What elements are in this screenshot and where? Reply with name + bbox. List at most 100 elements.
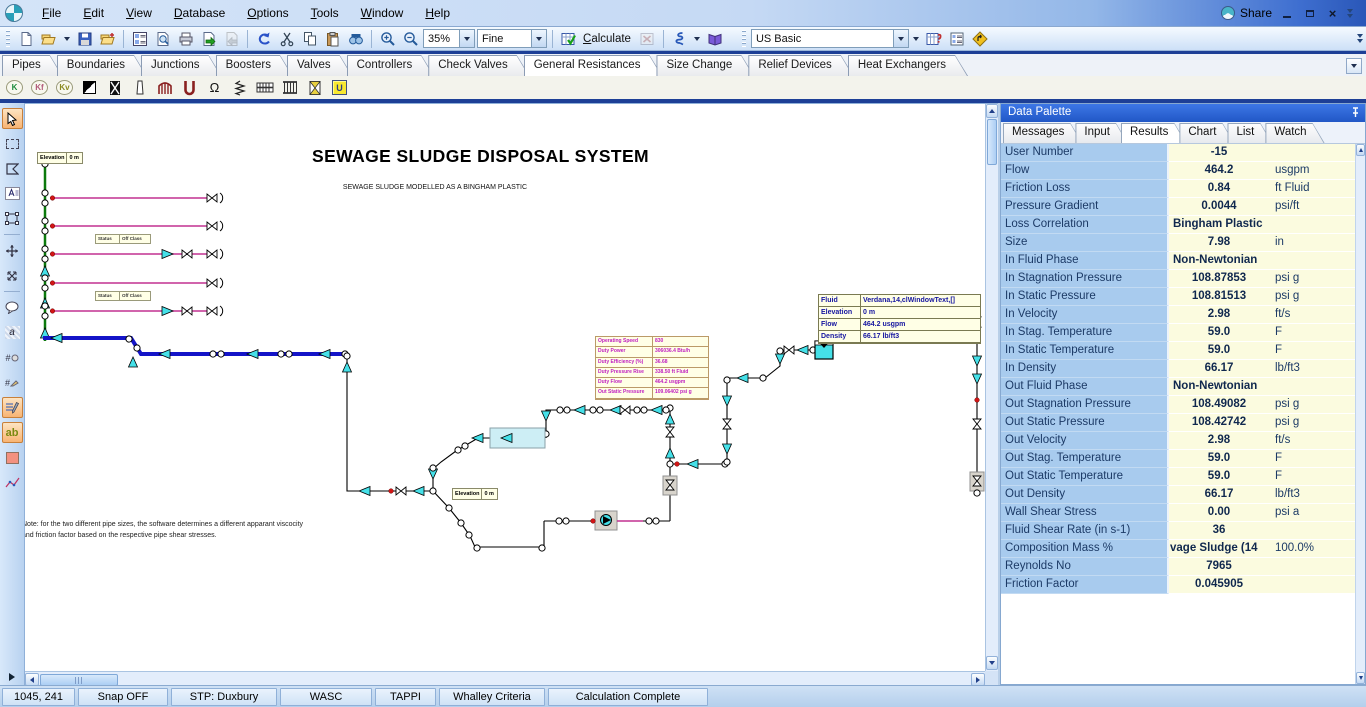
script-button[interactable]: [669, 29, 690, 49]
pipe-status-label[interactable]: Status Off Class: [95, 291, 151, 301]
print-button[interactable]: [175, 29, 196, 49]
results-annotation-tool[interactable]: [2, 397, 23, 418]
horizontal-scroll-thumb[interactable]: [40, 674, 118, 685]
rail-expand-icon[interactable]: [9, 673, 15, 681]
palette-scroll-down-button[interactable]: [1356, 672, 1365, 684]
result-row[interactable]: Out Velocity 2.98 ft/s: [1001, 432, 1355, 450]
color-swatch-tool[interactable]: [2, 447, 23, 468]
cut-button[interactable]: [276, 29, 297, 49]
result-row[interactable]: Friction Loss 0.84 ft Fluid: [1001, 180, 1355, 198]
scroll-down-button[interactable]: [986, 656, 998, 670]
zoom-out-button[interactable]: [400, 29, 421, 49]
menu-item[interactable]: Help: [414, 1, 461, 25]
result-row[interactable]: Wall Shear Stress 0.00 psi a: [1001, 504, 1355, 522]
component-tab[interactable]: Pipes: [2, 55, 63, 76]
select-tool[interactable]: [2, 108, 23, 129]
help-button[interactable]: [705, 29, 726, 49]
scroll-right-button[interactable]: [971, 673, 985, 685]
fluid-annotation-table[interactable]: FluidVerdana,14,clWindowText,[] Elevatio…: [818, 294, 981, 344]
result-row[interactable]: Friction Factor 0.045905: [1001, 576, 1355, 594]
intake-screen-icon[interactable]: [154, 78, 175, 97]
u-bend-icon[interactable]: [179, 78, 200, 97]
save-button[interactable]: [74, 29, 95, 49]
lasso-select-tool[interactable]: [2, 158, 23, 179]
result-row[interactable]: Out Density 66.17 lb/ft3: [1001, 486, 1355, 504]
pipe-number-tool[interactable]: #: [2, 372, 23, 393]
elevation-label[interactable]: Elevation 0 m: [37, 152, 83, 164]
canvas-vertical-scrollbar[interactable]: [985, 104, 998, 671]
palette-tab[interactable]: Watch: [1265, 123, 1324, 143]
orifice-plate-icon[interactable]: [79, 78, 100, 97]
result-row[interactable]: Composition Mass % vage Sludge (14 100.0…: [1001, 540, 1355, 558]
pin-icon[interactable]: [1350, 107, 1361, 121]
menu-item[interactable]: Tools: [300, 1, 350, 25]
titlebar-overflow-icon[interactable]: [1347, 9, 1353, 18]
units-extra-dropdown[interactable]: [911, 29, 922, 49]
chart-tool[interactable]: [2, 472, 23, 493]
zoom-window-tool[interactable]: [2, 208, 23, 229]
properties-list-button[interactable]: [947, 29, 968, 49]
result-row[interactable]: In Static Pressure 108.81513 psi g: [1001, 288, 1355, 306]
kv-resistance-icon[interactable]: Kv: [54, 78, 75, 97]
share-button[interactable]: Share: [1221, 6, 1272, 20]
omega-resistance-icon[interactable]: Ω: [204, 78, 225, 97]
component-tab[interactable]: Junctions: [141, 55, 222, 76]
result-row[interactable]: Flow 464.2 usgpm: [1001, 162, 1355, 180]
component-tab[interactable]: Boosters: [216, 55, 293, 76]
copy-button[interactable]: [299, 29, 320, 49]
k-resistance-icon[interactable]: K: [4, 78, 25, 97]
import-button[interactable]: [221, 29, 242, 49]
pipe-status-label[interactable]: Status Off Class: [95, 234, 151, 244]
restore-button[interactable]: [1301, 6, 1318, 21]
result-row[interactable]: In Velocity 2.98 ft/s: [1001, 306, 1355, 324]
canvas-horizontal-scrollbar[interactable]: [25, 671, 985, 685]
zoom-level-combo[interactable]: 35%: [423, 29, 475, 48]
user-resistance-icon[interactable]: U: [329, 78, 350, 97]
component-tab[interactable]: General Resistances: [524, 55, 663, 76]
tab-overflow-button[interactable]: [1346, 58, 1362, 74]
find-button[interactable]: [345, 29, 366, 49]
component-tab[interactable]: Boundaries: [57, 55, 147, 76]
palette-scroll-up-button[interactable]: [1356, 144, 1365, 156]
palette-tab[interactable]: Messages: [1003, 123, 1082, 143]
open-file-button[interactable]: [38, 29, 59, 49]
detail-dropdown[interactable]: [531, 30, 546, 47]
units-dropdown[interactable]: [893, 30, 908, 47]
export-button[interactable]: [198, 29, 219, 49]
fluid-database-button[interactable]: [924, 29, 945, 49]
close-button[interactable]: ×: [1324, 6, 1341, 21]
elevation-label[interactable]: Elevation 0 m: [452, 488, 498, 500]
toolbar-overflow-icon[interactable]: [1357, 34, 1363, 43]
result-row[interactable]: Out Fluid Phase Non-Newtonian: [1001, 378, 1355, 396]
result-row[interactable]: Reynolds No 7965: [1001, 558, 1355, 576]
component-tab[interactable]: Controllers: [347, 55, 435, 76]
toolbar-grip[interactable]: [6, 30, 10, 47]
kf-resistance-icon[interactable]: Kf: [29, 78, 50, 97]
pump-annotation-table[interactable]: Operating Speed830 Duty Power306036.4 Bt…: [595, 336, 709, 400]
menu-item[interactable]: View: [115, 1, 163, 25]
result-row[interactable]: Fluid Shear Rate (in s-1) 36: [1001, 522, 1355, 540]
result-row[interactable]: In Fluid Phase Non-Newtonian: [1001, 252, 1355, 270]
nozzle-icon[interactable]: [104, 78, 125, 97]
vertical-scroll-thumb[interactable]: [987, 119, 997, 165]
grid-resistance-icon[interactable]: [279, 78, 300, 97]
menu-item[interactable]: Window: [350, 1, 415, 25]
schematic-canvas[interactable]: SEWAGE SLUDGE DISPOSAL SYSTEM SEWAGE SLU…: [25, 103, 998, 685]
result-row[interactable]: Loss Correlation Bingham Plastic: [1001, 216, 1355, 234]
palette-tab[interactable]: Results: [1121, 123, 1186, 143]
new-document-button[interactable]: [15, 29, 36, 49]
menu-item[interactable]: Options: [236, 1, 299, 25]
menu-item[interactable]: Database: [163, 1, 236, 25]
data-palette-header[interactable]: Data Palette: [1001, 104, 1365, 122]
comment-tool[interactable]: [2, 297, 23, 318]
script-dropdown[interactable]: [692, 29, 703, 49]
menu-item[interactable]: Edit: [72, 1, 115, 25]
label-tool[interactable]: ab: [2, 422, 23, 443]
scale-tool[interactable]: [2, 265, 23, 286]
result-row[interactable]: In Stag. Temperature 59.0 F: [1001, 324, 1355, 342]
scroll-up-button[interactable]: [986, 104, 998, 118]
undo-button[interactable]: [253, 29, 274, 49]
stop-calculation-icon[interactable]: [637, 29, 658, 49]
palette-scrollbar[interactable]: [1355, 144, 1365, 684]
result-row[interactable]: In Stagnation Pressure 108.87853 psi g: [1001, 270, 1355, 288]
